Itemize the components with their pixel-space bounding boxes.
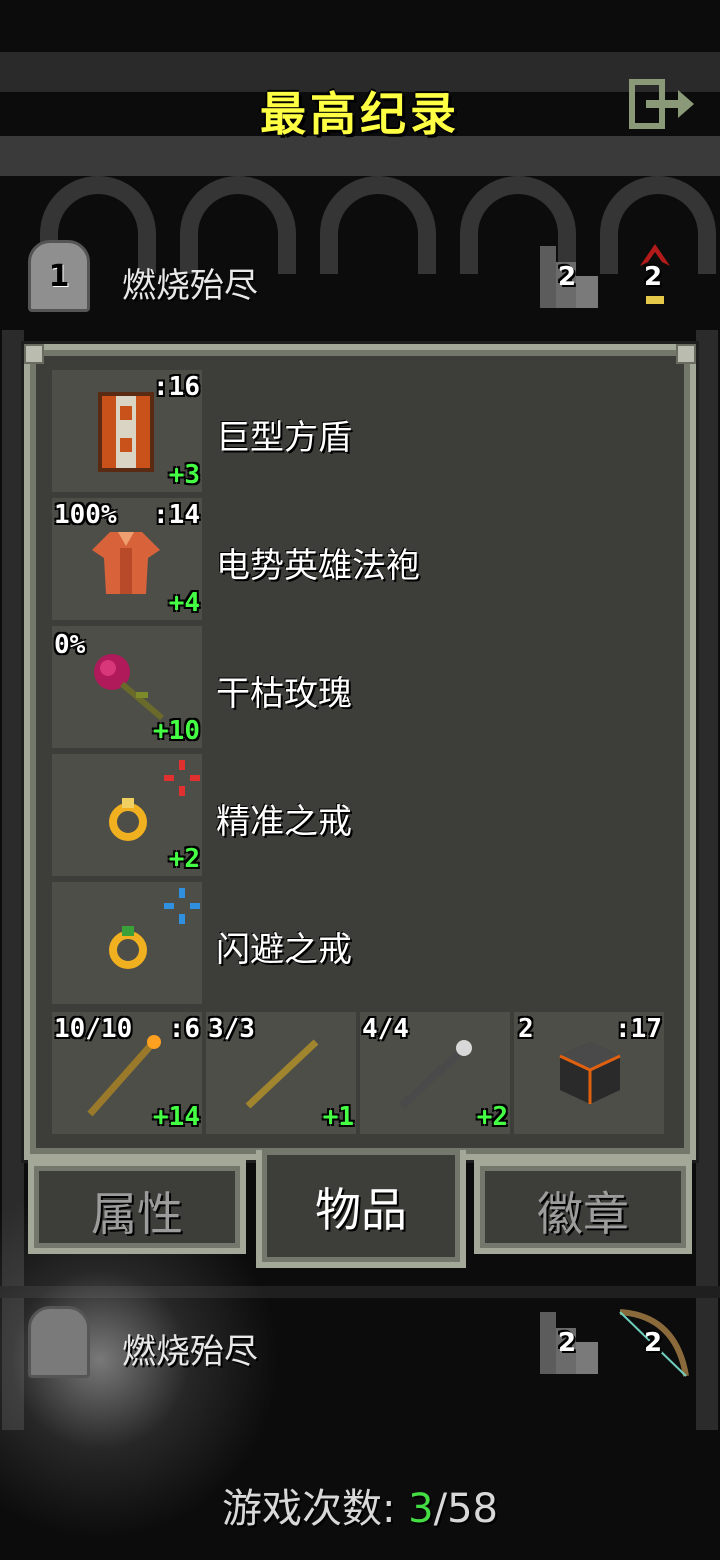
tab-stats-label: 属性 — [91, 1187, 183, 1241]
item-slot[interactable] — [52, 882, 202, 1004]
panel-corner — [676, 344, 696, 364]
quickslot[interactable]: 10/10 :6 +14 — [52, 1012, 202, 1134]
games-played-label: 游戏次数: — [221, 1486, 396, 1532]
tab-items-label: 物品 — [315, 1183, 407, 1237]
quickslot[interactable]: 3/3 +1 — [206, 1012, 356, 1134]
item-percent-label: 100% — [54, 500, 117, 530]
record-cause: 燃烧殆尽 — [122, 266, 258, 306]
games-total-value: 58 — [447, 1486, 499, 1532]
stone-cube-icon — [559, 1042, 621, 1104]
panel-corner — [24, 344, 44, 364]
item-upgrade-label: +3 — [168, 460, 200, 490]
item-slot[interactable]: 0% +10 — [52, 626, 202, 748]
item-slot[interactable]: :16 +3 — [52, 370, 202, 492]
page-title: 最高纪录 — [260, 87, 460, 141]
games-won-value: 3 — [408, 1486, 434, 1532]
ring-icon — [109, 926, 147, 969]
record-level: 2 — [644, 262, 663, 292]
tab-badges[interactable]: 徽章 — [474, 1160, 692, 1254]
rose-icon — [94, 654, 164, 721]
quickslot-charges-label: 3/3 — [208, 1014, 255, 1044]
item-charges-label: :14 — [153, 500, 200, 530]
robe-icon — [92, 532, 160, 594]
games-separator: / — [433, 1486, 448, 1532]
games-played-counter: 游戏次数: 3/58 — [0, 1476, 720, 1534]
quickslot[interactable]: 2 :17 — [514, 1012, 664, 1134]
quickslot-count-label: 2 — [518, 1014, 534, 1044]
item-name: 电势英雄法袍 — [216, 546, 420, 586]
tombstone-icon: 1 — [28, 240, 90, 312]
item-name: 精准之戒 — [216, 802, 352, 842]
record-depth: 2 — [558, 1328, 577, 1358]
item-upgrade-label: +10 — [153, 716, 200, 746]
record-rank: 1 — [48, 259, 70, 294]
quickslot-upgrade-label: +14 — [153, 1102, 200, 1132]
item-slot[interactable]: 100% :14 +4 — [52, 498, 202, 620]
item-name: 干枯玫瑰 — [216, 674, 352, 714]
item-slot[interactable]: +2 — [52, 754, 202, 876]
record-level: 2 — [644, 1328, 663, 1358]
quickslot-bar: 10/10 :6 +14 3/3 +1 4/4 +2 2 :17 — [52, 1012, 668, 1136]
tab-stats[interactable]: 属性 — [28, 1160, 246, 1254]
item-percent-label: 0% — [54, 630, 86, 660]
item-row[interactable]: 0% +10 干枯玫瑰 — [52, 626, 668, 750]
item-upgrade-label: +4 — [168, 588, 200, 618]
wand-icon — [399, 1040, 472, 1109]
quickslot[interactable]: 4/4 +2 — [360, 1012, 510, 1134]
crosshair-icon — [164, 888, 200, 924]
tombstone-icon — [28, 1306, 90, 1378]
tower-shield-icon — [98, 392, 154, 472]
quickslot-charges-label: 10/10 — [54, 1014, 133, 1044]
item-name: 闪避之戒 — [216, 930, 352, 970]
item-row[interactable]: :16 +3 巨型方盾 — [52, 370, 668, 494]
crosshair-icon — [164, 760, 200, 796]
quickslot-upgrade-label: +2 — [476, 1102, 508, 1132]
item-name: 巨型方盾 — [216, 418, 352, 458]
quickslot-count-label: :6 — [168, 1014, 200, 1044]
item-row[interactable]: 闪避之戒 — [52, 882, 668, 1006]
exit-button[interactable] — [628, 78, 698, 134]
quickslot-charges-label: 4/4 — [362, 1014, 409, 1044]
exit-icon — [629, 79, 694, 129]
item-row[interactable]: +2 精准之戒 — [52, 754, 668, 878]
wand-icon — [245, 1039, 319, 1109]
item-row[interactable]: 100% :14 +4 电势英雄法袍 — [52, 498, 668, 622]
ring-icon — [109, 798, 147, 841]
record-cause: 燃烧殆尽 — [122, 1332, 258, 1372]
tab-badges-label: 徽章 — [537, 1187, 629, 1241]
record-row[interactable]: 1 燃烧殆尽 2 2 — [24, 240, 696, 320]
quickslot-charges-label: :17 — [615, 1014, 662, 1044]
item-charges-label: :16 — [153, 372, 200, 402]
quickslot-upgrade-label: +1 — [322, 1102, 354, 1132]
record-depth: 2 — [558, 262, 577, 292]
record-row[interactable]: 燃烧殆尽 2 2 — [24, 1306, 696, 1386]
item-upgrade-label: +2 — [168, 844, 200, 874]
tab-items[interactable]: 物品 — [256, 1150, 466, 1268]
